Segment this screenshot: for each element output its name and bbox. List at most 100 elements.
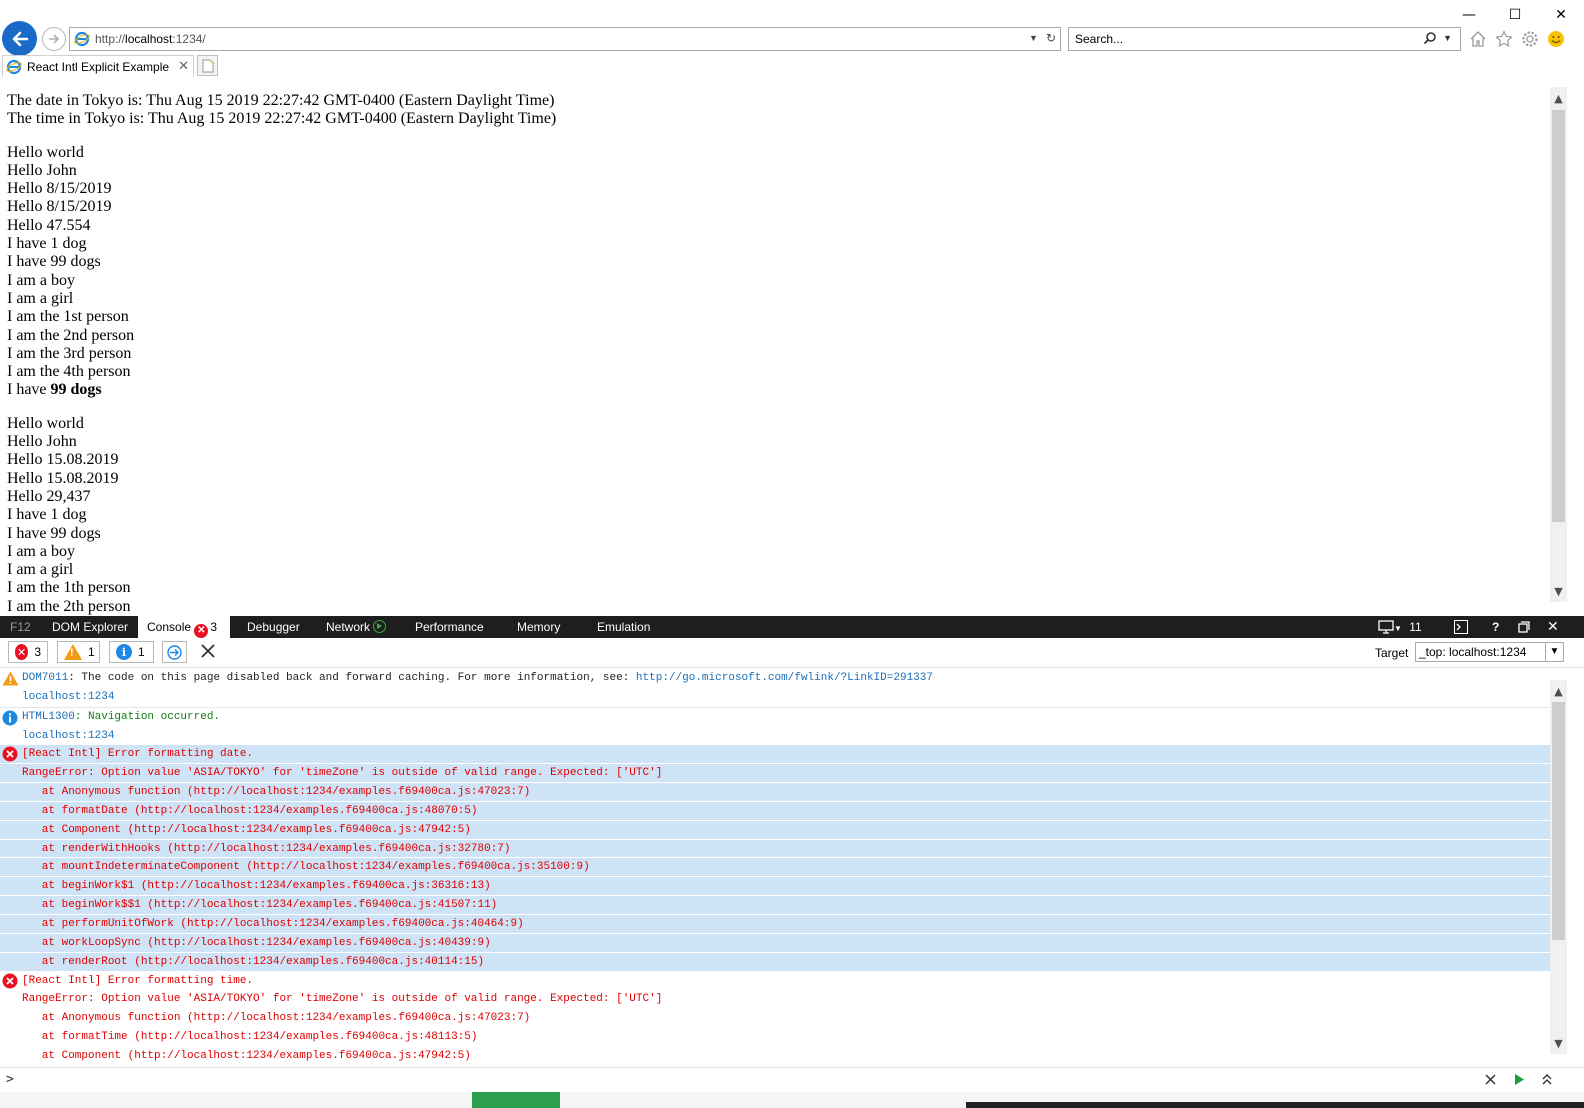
back-arrow-icon <box>12 31 28 46</box>
document-mode-selector[interactable]: ▼ 11 <box>1378 616 1422 638</box>
text-line: I am a girl <box>7 289 74 307</box>
fwlink[interactable]: http://go.microsoft.com/fwlink/?LinkID=2… <box>636 672 933 684</box>
console-info-message[interactable]: HTML1300: Navigation occurred. localhost… <box>0 708 1550 746</box>
search-box[interactable]: Search... ▼ <box>1068 27 1461 51</box>
browser-chrome: — ☐ ✕ http://localhost:1234/ ▼ ↻ Search.… <box>0 0 1584 78</box>
tab-debugger[interactable]: Debugger <box>247 616 300 638</box>
new-tab-icon <box>202 59 215 72</box>
forward-arrow-icon <box>49 34 60 44</box>
close-devtools-icon[interactable]: ✕ <box>1547 616 1559 638</box>
page-scrollbar[interactable]: ▲ ▼ <box>1550 87 1567 602</box>
text-line: Hello John <box>7 161 77 179</box>
refresh-icon[interactable]: ↻ <box>1046 31 1056 45</box>
devtools-tabbar: F12 DOM Explorer Console ✕ 3 Debugger Net… <box>0 616 1584 638</box>
home-icon[interactable] <box>1468 29 1488 49</box>
console-output: DOM7011: The code on this page disabled … <box>0 669 1550 1067</box>
scroll-up-icon[interactable]: ▲ <box>1550 682 1567 700</box>
favorites-star-icon[interactable] <box>1494 29 1514 49</box>
console-error-message-time[interactable]: [React Intl] Error formatting time. Rang… <box>0 971 1550 1066</box>
console-warning-message[interactable]: DOM7011: The code on this page disabled … <box>0 669 1550 707</box>
tab-performance[interactable]: Performance <box>415 616 484 638</box>
tab-memory[interactable]: Memory <box>517 616 560 638</box>
forward-button[interactable] <box>42 27 66 51</box>
tab-emulation[interactable]: Emulation <box>597 616 650 638</box>
scroll-down-icon[interactable]: ▼ <box>1550 1034 1567 1052</box>
tab-dom-explorer[interactable]: DOM Explorer <box>52 616 128 638</box>
search-dropdown-icon[interactable]: ▼ <box>1443 33 1452 43</box>
filter-messages-button[interactable]: i1 <box>109 641 154 663</box>
text-line: Hello 29,437 <box>7 487 91 505</box>
text-line: I have 99 dogs <box>7 524 101 542</box>
console-scrollbar[interactable]: ▲ ▼ <box>1550 680 1567 1054</box>
tab-network[interactable]: Network <box>326 616 387 638</box>
close-tab-icon[interactable]: ✕ <box>178 58 189 74</box>
text-line: I have 1 dog <box>7 235 87 253</box>
text-line-rich: I have 99 dogs <box>7 381 102 399</box>
expand-input-icon[interactable] <box>1541 1072 1553 1089</box>
network-record-icon <box>373 620 387 633</box>
console-input-bar[interactable]: > <box>0 1067 1584 1092</box>
close-window-icon[interactable]: ✕ <box>1538 4 1584 26</box>
prompt-chevron-icon: > <box>6 1072 14 1087</box>
text-line: I have 1 dog <box>7 506 87 524</box>
source-link[interactable]: localhost:1234 <box>22 730 114 742</box>
dropdown-arrow-icon[interactable]: ▼ <box>1029 33 1038 43</box>
maximize-icon[interactable]: ☐ <box>1492 4 1538 26</box>
monitor-icon <box>1378 620 1394 634</box>
clear-console-icon[interactable] <box>199 642 217 663</box>
ie-icon <box>74 31 90 47</box>
stack-frame: at formatTime (http://localhost:1234/exa… <box>0 1028 1550 1047</box>
scroll-up-icon[interactable]: ▲ <box>1550 89 1567 107</box>
text-line: I am the 2nd person <box>7 326 135 344</box>
console-error-message-date[interactable]: [React Intl] Error formatting date. Rang… <box>0 745 1550 972</box>
help-icon[interactable]: ? <box>1492 616 1499 638</box>
tab-console[interactable]: Console ✕ 3 <box>138 616 230 638</box>
error-line: [React Intl] Error formatting date. <box>0 745 1550 765</box>
console-scroll-thumb[interactable] <box>1552 702 1565 940</box>
stack-frame: at renderWithHooks (http://localhost:123… <box>0 839 1550 859</box>
console-toolbar: ✕ 3 ! 1 i1 Target _top: localhost:1234 ▼ <box>0 638 1584 668</box>
filter-warnings-button[interactable]: ! 1 <box>57 641 100 663</box>
error-line: RangeError: Option value 'ASIA/TOKYO' fo… <box>0 990 1550 1010</box>
new-tab-button[interactable] <box>197 55 218 76</box>
undock-icon[interactable] <box>1518 616 1530 638</box>
source-link[interactable]: localhost:1234 <box>22 691 114 703</box>
console-toggle-icon[interactable] <box>1454 616 1468 638</box>
settings-gear-icon[interactable] <box>1520 29 1540 49</box>
search-icon[interactable] <box>1423 31 1437 45</box>
text-line: Hello 15.08.2019 <box>7 451 119 469</box>
stack-frame: at mountIndeterminateComponent (http://l… <box>0 858 1550 878</box>
warning-icon: ! <box>64 644 82 660</box>
tokyo-date-line: The date in Tokyo is: Thu Aug 15 2019 22… <box>7 92 555 109</box>
back-button[interactable] <box>2 21 37 56</box>
stack-frame: at Component (http://localhost:1234/exam… <box>0 1046 1550 1066</box>
page-viewport: The date in Tokyo is: Thu Aug 15 2019 22… <box>0 78 1550 615</box>
clear-on-navigate-button[interactable] <box>162 641 187 663</box>
minimize-icon[interactable]: — <box>1446 4 1492 26</box>
target-label: Target <box>1375 646 1409 660</box>
text-line: I am the 2th person <box>7 597 131 615</box>
info-icon: i <box>116 644 132 660</box>
address-bar[interactable]: http://localhost:1234/ ▼ ↻ <box>69 27 1061 51</box>
scroll-down-icon[interactable]: ▼ <box>1550 582 1567 600</box>
search-placeholder: Search... <box>1075 32 1124 46</box>
address-url: http://localhost:1234/ <box>95 32 206 46</box>
stack-frame: at workLoopSync (http://localhost:1234/e… <box>0 933 1550 953</box>
error-badge-icon: ✕ <box>194 624 209 638</box>
run-script-icon[interactable] <box>1513 1073 1525 1089</box>
stack-frame: at formatDate (http://localhost:1234/exa… <box>0 801 1550 821</box>
text-line: I am the 1st person <box>7 308 129 326</box>
clear-input-icon[interactable] <box>1484 1073 1497 1089</box>
text-line: Hello 15.08.2019 <box>7 469 119 487</box>
text-line: Hello 47.554 <box>7 216 91 234</box>
text-line: Hello 8/15/2019 <box>7 180 112 198</box>
text-line: I am the 4th person <box>7 363 131 381</box>
chevron-down-icon: ▼ <box>1545 643 1563 661</box>
tokyo-time-line: The time in Tokyo is: Thu Aug 15 2019 22… <box>7 110 557 128</box>
target-select[interactable]: _top: localhost:1234 ▼ <box>1415 642 1564 662</box>
browser-tab[interactable]: React Intl Explicit Example ✕ <box>2 55 194 77</box>
filter-errors-button[interactable]: ✕ 3 <box>8 641 48 663</box>
page-scroll-thumb[interactable] <box>1552 110 1565 522</box>
text-line: I am the 1th person <box>7 579 131 597</box>
feedback-smiley-icon[interactable] <box>1546 29 1566 49</box>
